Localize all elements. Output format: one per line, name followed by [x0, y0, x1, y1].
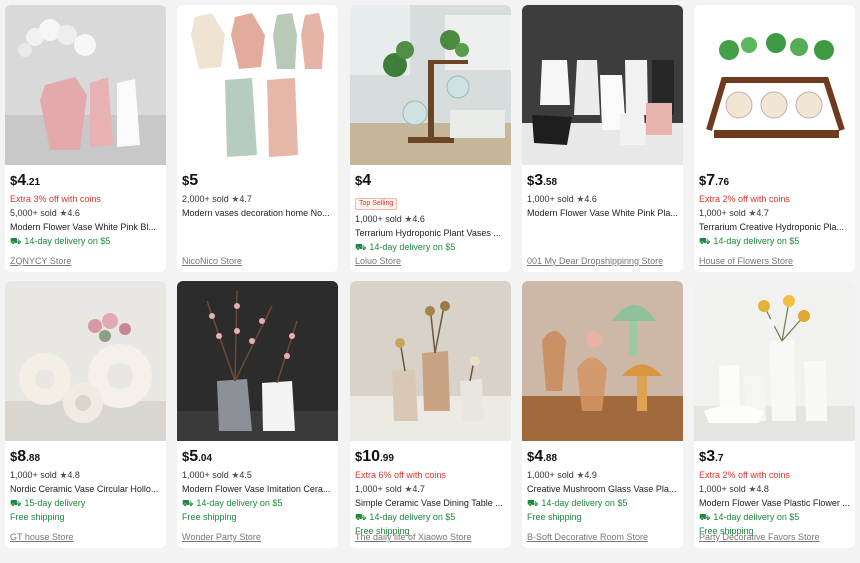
product-card[interactable]: $10.99 Extra 6% off with coins 1,000+ so… [350, 281, 511, 548]
product-card[interactable]: $4.88 1,000+ sold ★4.9 Creative Mushroom… [522, 281, 683, 548]
store-link[interactable]: 001 My Dear Dropshippinng Store [527, 256, 663, 266]
product-card[interactable]: $5 2,000+ sold ★4.7 Modern vases decorat… [177, 5, 338, 272]
product-image[interactable] [5, 5, 166, 165]
delivery-info: ⛟ 14-day delivery on $5 [699, 236, 800, 246]
delivery-info: ⛟ 14-day delivery on $5 [699, 512, 800, 522]
delivery-info: ⛟ 14-day delivery on $5 [355, 242, 456, 252]
product-card[interactable]: $4 Top Selling 1,000+ sold ★4.6 Terrariu… [350, 5, 511, 272]
product-image[interactable] [177, 5, 338, 165]
product-price: $4.88 [527, 448, 558, 465]
sold-rating: 1,000+ sold ★4.8 [699, 484, 769, 494]
coin-discount-label: Extra 2% off with coins [699, 470, 790, 480]
sold-rating: 1,000+ sold ★4.6 [527, 194, 597, 204]
product-card[interactable]: $3.58 1,000+ sold ★4.6 Modern Flower Vas… [522, 5, 683, 272]
delivery-truck-icon: ⛟ [182, 498, 194, 508]
store-link[interactable]: Party Decorative Favors Store [699, 532, 820, 542]
product-image[interactable] [177, 281, 338, 441]
product-title[interactable]: Modern vases decoration home No... [182, 206, 334, 220]
coin-discount-label: Extra 3% off with coins [10, 194, 101, 204]
product-photo-mushroom-glass-vases [522, 281, 683, 441]
store-link[interactable]: Loluo Store [355, 256, 401, 266]
sold-rating: 5,000+ sold ★4.6 [10, 208, 80, 218]
product-image[interactable] [694, 281, 855, 441]
delivery-info: ⛟ 14-day delivery on $5 [355, 512, 456, 522]
coin-discount-label: Extra 2% off with coins [699, 194, 790, 204]
product-title[interactable]: Modern Flower Vase White Pink Bl... [10, 220, 162, 234]
store-link[interactable]: The daily life of Xiaowo Store [355, 532, 472, 542]
delivery-truck-icon: ⛟ [355, 512, 367, 522]
sold-rating: 1,000+ sold ★4.8 [10, 470, 80, 480]
delivery-info: ⛟ 15-day delivery [10, 498, 86, 508]
product-title[interactable]: Modern Flower Vase Imitation Cera... [182, 482, 334, 496]
delivery-truck-icon: ⛟ [699, 512, 711, 522]
product-title[interactable]: Simple Ceramic Vase Dining Table ... [355, 496, 507, 510]
product-price: $4.21 [10, 172, 41, 189]
product-price: $3.58 [527, 172, 558, 189]
free-shipping-label: Free shipping [527, 512, 582, 522]
product-photo-geometric-vases [177, 5, 338, 165]
delivery-truck-icon: ⛟ [699, 236, 711, 246]
delivery-info: ⛟ 14-day delivery on $5 [10, 236, 111, 246]
delivery-truck-icon: ⛟ [10, 236, 22, 246]
sold-rating: 2,000+ sold ★4.7 [182, 194, 252, 204]
delivery-info: ⛟ 14-day delivery on $5 [182, 498, 283, 508]
sold-rating: 1,000+ sold ★4.5 [182, 470, 252, 480]
product-title[interactable]: Creative Mushroom Glass Vase Pla... [527, 482, 679, 496]
product-image[interactable] [694, 5, 855, 165]
sold-rating: 1,000+ sold ★4.7 [355, 484, 425, 494]
product-price: $5 [182, 172, 199, 189]
product-grid: $4.21 Extra 3% off with coins 5,000+ sol… [0, 0, 860, 563]
product-photo-white-vases-sunflowers [694, 281, 855, 441]
product-photo-circular-hollow-vases [5, 281, 166, 441]
product-card[interactable]: $8.88 1,000+ sold ★4.8 Nordic Ceramic Va… [5, 281, 166, 548]
product-price: $8.88 [10, 448, 41, 465]
product-title[interactable]: Nordic Ceramic Vase Circular Hollo... [10, 482, 162, 496]
product-photo-ceramic-vases-table [350, 281, 511, 441]
product-card[interactable]: $4.21 Extra 3% off with coins 5,000+ sol… [5, 5, 166, 272]
store-link[interactable]: Wonder Party Store [182, 532, 261, 542]
sold-rating: 1,000+ sold ★4.7 [699, 208, 769, 218]
product-card[interactable]: $5.04 1,000+ sold ★4.5 Modern Flower Vas… [177, 281, 338, 548]
store-link[interactable]: GT house Store [10, 532, 73, 542]
product-price: $10.99 [355, 448, 394, 465]
product-card[interactable]: $3.7 Extra 2% off with coins 1,000+ sold… [694, 281, 855, 548]
product-image[interactable] [350, 281, 511, 441]
product-photo-white-pink-vases [522, 5, 683, 165]
product-photo-bulb-vases-stand [694, 5, 855, 165]
coin-discount-label: Extra 6% off with coins [355, 470, 446, 480]
sold-rating: 1,000+ sold ★4.6 [355, 214, 425, 224]
product-photo-hydroponic-stand [350, 5, 511, 165]
product-image[interactable] [522, 281, 683, 441]
product-photo-blossom-vases [177, 281, 338, 441]
store-link[interactable]: ZQNYCY Store [10, 256, 71, 266]
store-link[interactable]: B-Soft Decorative Room Store [527, 532, 648, 542]
product-card[interactable]: $7.76 Extra 2% off with coins 1,000+ sol… [694, 5, 855, 272]
product-title[interactable]: Terrarium Hydroponic Plant Vases ... [355, 226, 507, 240]
product-image[interactable] [522, 5, 683, 165]
product-image[interactable] [350, 5, 511, 165]
sold-rating: 1,000+ sold ★4.9 [527, 470, 597, 480]
delivery-info: ⛟ 14-day delivery on $5 [527, 498, 628, 508]
free-shipping-label: Free shipping [182, 512, 237, 522]
store-link[interactable]: NicoNico Store [182, 256, 242, 266]
top-selling-badge: Top Selling [355, 198, 398, 210]
product-title[interactable]: Modern Flower Vase White Pink Pla... [527, 206, 679, 220]
free-shipping-label: Free shipping [10, 512, 65, 522]
product-title[interactable]: Modern Flower Vase Plastic Flower ... [699, 496, 851, 510]
delivery-truck-icon: ⛟ [355, 242, 367, 252]
product-price: $7.76 [699, 172, 730, 189]
product-price: $5.04 [182, 448, 213, 465]
product-photo-pink-white-vases [5, 5, 166, 165]
store-link[interactable]: House of Flowers Store [699, 256, 793, 266]
product-title[interactable]: Terrarium Creative Hydroponic Pla... [699, 220, 851, 234]
delivery-truck-icon: ⛟ [527, 498, 539, 508]
delivery-truck-icon: ⛟ [10, 498, 22, 508]
product-image[interactable] [5, 281, 166, 441]
product-price: $3.7 [699, 448, 724, 465]
product-price: $4 [355, 172, 372, 189]
